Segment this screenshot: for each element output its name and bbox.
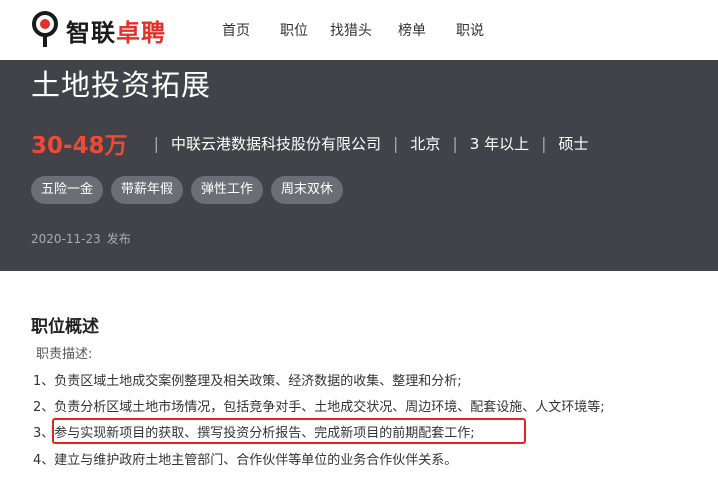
publish-date-suffix: 发布	[106, 232, 131, 246]
duty-item: 1、负责区域土地成交案例整理及相关政策、经济数据的收集、整理和分析;	[33, 374, 462, 389]
duty-item: 4、建立与维护政府土地主管部门、合作伙伴等单位的业务合作伙伴关系。	[33, 453, 458, 468]
publish-date-value: 2020-11-23	[31, 232, 101, 246]
benefit-tag: 弹性工作	[191, 176, 264, 204]
job-info-line: 30-48万 | 中联云港数据科技股份有限公司 | 北京 | 3 年以上 | 硕…	[31, 129, 589, 159]
nav-item-jobs[interactable]: 职位	[280, 21, 308, 41]
duty-label: 职责描述:	[36, 347, 93, 362]
job-title: 土地投资拓展	[31, 68, 212, 102]
top-nav-bar: 智联卓聘 首页 职位 找猎头 榜单 职说	[0, 0, 718, 60]
company-name[interactable]: 中联云港数据科技股份有限公司	[171, 133, 381, 154]
job-city: 北京	[410, 134, 441, 153]
section-title-overview: 职位概述	[31, 317, 99, 337]
benefit-tag: 带薪年假	[111, 176, 184, 204]
separator: |	[392, 133, 399, 153]
magnifier-logo-icon	[30, 10, 60, 50]
logo-text-part-2: 卓聘	[116, 18, 166, 47]
nav-item-career-talk[interactable]: 职说	[456, 21, 484, 41]
logo-text: 智联卓聘	[66, 13, 166, 48]
nav-item-rankings[interactable]: 榜单	[398, 21, 426, 41]
duty-item: 2、负责分析区域土地市场情况，包括竞争对手、土地成交状况、周边环境、配套设施、人…	[33, 400, 605, 415]
benefit-tag: 五险一金	[31, 176, 104, 204]
publish-date: 2020-11-23 发布	[31, 230, 131, 247]
separator: |	[541, 133, 547, 153]
salary: 30-48万	[31, 133, 128, 159]
logo-text-part-1: 智联	[66, 18, 116, 47]
benefit-tag: 周末双休	[271, 176, 344, 204]
highlight-annotation-box	[52, 418, 526, 444]
main-nav: 首页 职位 找猎头 榜单 职说	[222, 21, 514, 41]
job-education: 硕士	[558, 134, 589, 153]
separator: |	[153, 133, 159, 153]
benefit-tags: 五险一金 带薪年假 弹性工作 周末双休	[31, 176, 351, 204]
nav-item-headhunters[interactable]: 找猎头	[330, 21, 372, 41]
separator: |	[452, 133, 458, 153]
logo[interactable]: 智联卓聘	[30, 9, 166, 51]
job-experience: 3 年以上	[469, 134, 530, 153]
nav-item-home[interactable]: 首页	[222, 21, 250, 41]
